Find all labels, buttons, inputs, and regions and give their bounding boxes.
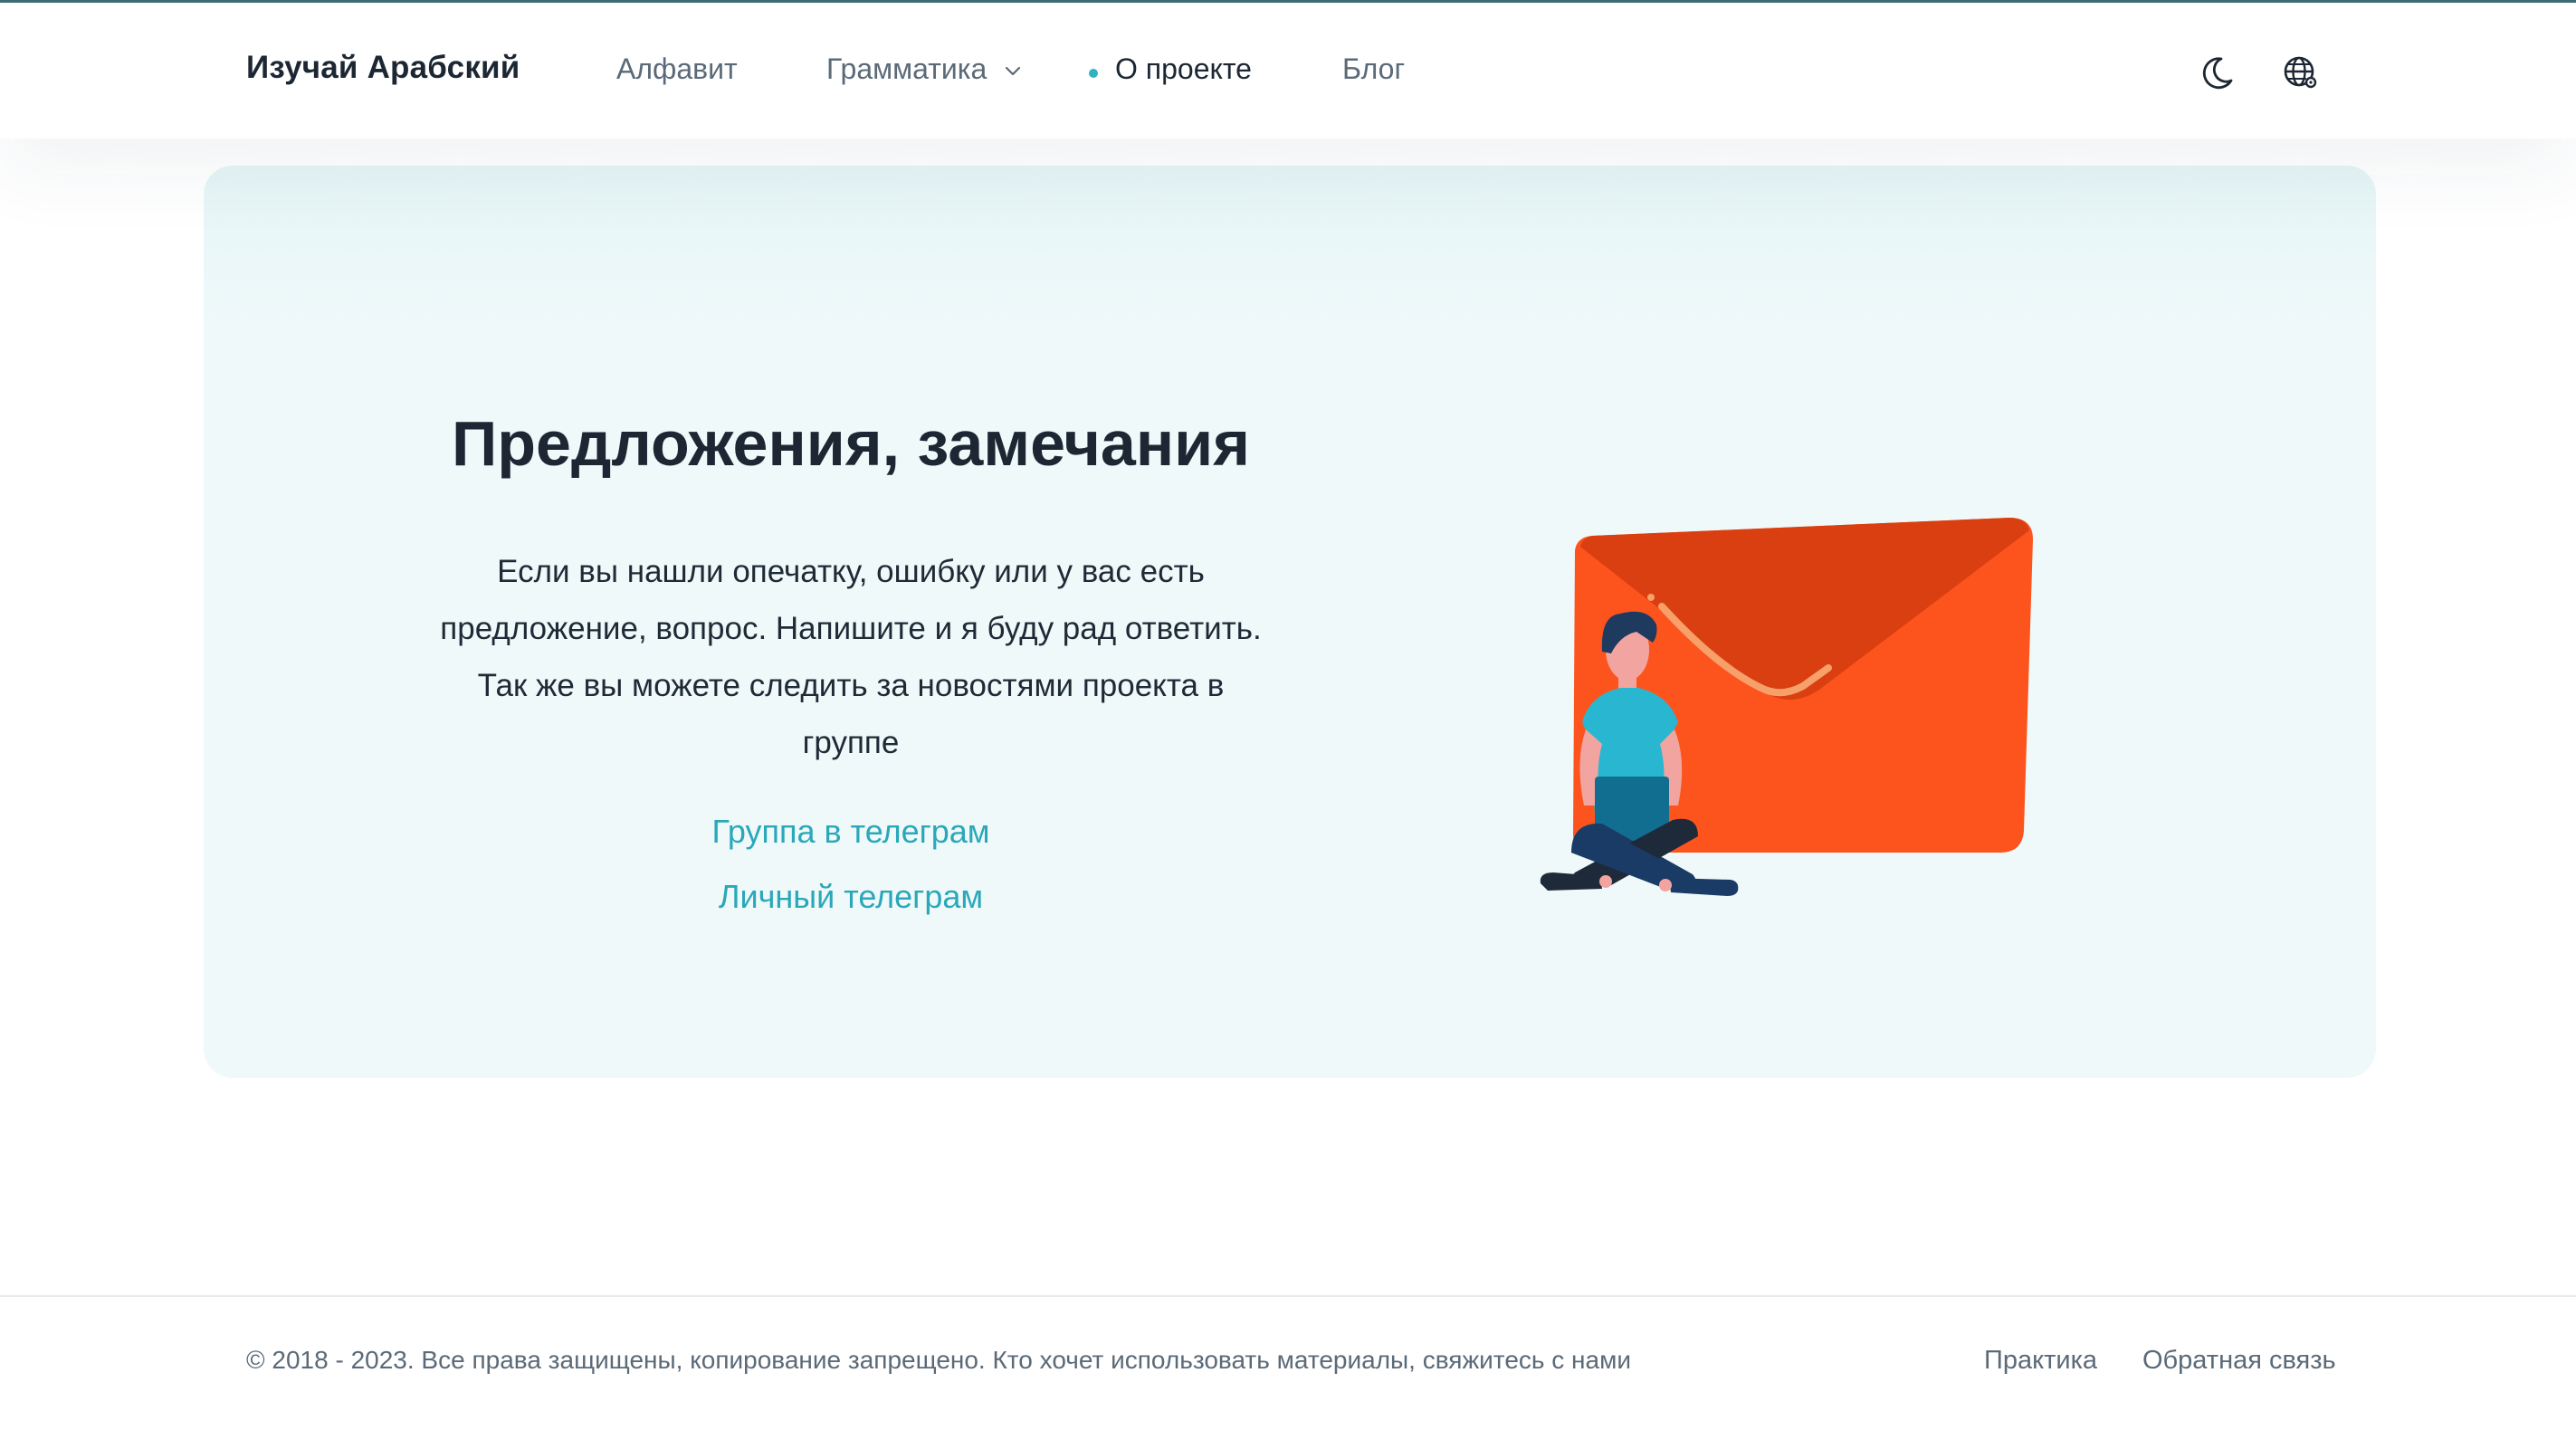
nav-item-blog[interactable]: Блог (1342, 52, 1405, 86)
top-navbar: Изучай Арабский Алфавит Грамматика О про… (0, 3, 2576, 138)
telegram-personal-link[interactable]: Личный телеграм (579, 878, 1122, 916)
telegram-group-link[interactable]: Группа в телеграм (579, 813, 1122, 851)
envelope-person-illustration (1540, 518, 2033, 896)
footer-divider (0, 1295, 2576, 1297)
page-title: Предложения, замечания (451, 408, 1250, 479)
footer-link-practice[interactable]: Практика (1984, 1346, 2097, 1376)
footer-link-feedback[interactable]: Обратная связь (2142, 1346, 2336, 1376)
globe-icon[interactable] (2277, 50, 2323, 95)
nav-item-grammar[interactable]: Грамматика (826, 52, 987, 86)
nav-item-about[interactable]: О проекте (1115, 52, 1252, 86)
chevron-down-icon[interactable] (1001, 59, 1025, 82)
brand-logo[interactable]: Изучай Арабский (246, 50, 520, 86)
moon-icon[interactable] (2194, 50, 2239, 95)
nav-item-alphabet[interactable]: Алфавит (616, 52, 738, 86)
feedback-description: Если вы нашли опечатку, ошибку или у вас… (440, 554, 1262, 760)
footer-copyright: © 2018 - 2023. Все права защищены, копир… (246, 1346, 1631, 1374)
active-indicator-dot (1089, 69, 1098, 78)
